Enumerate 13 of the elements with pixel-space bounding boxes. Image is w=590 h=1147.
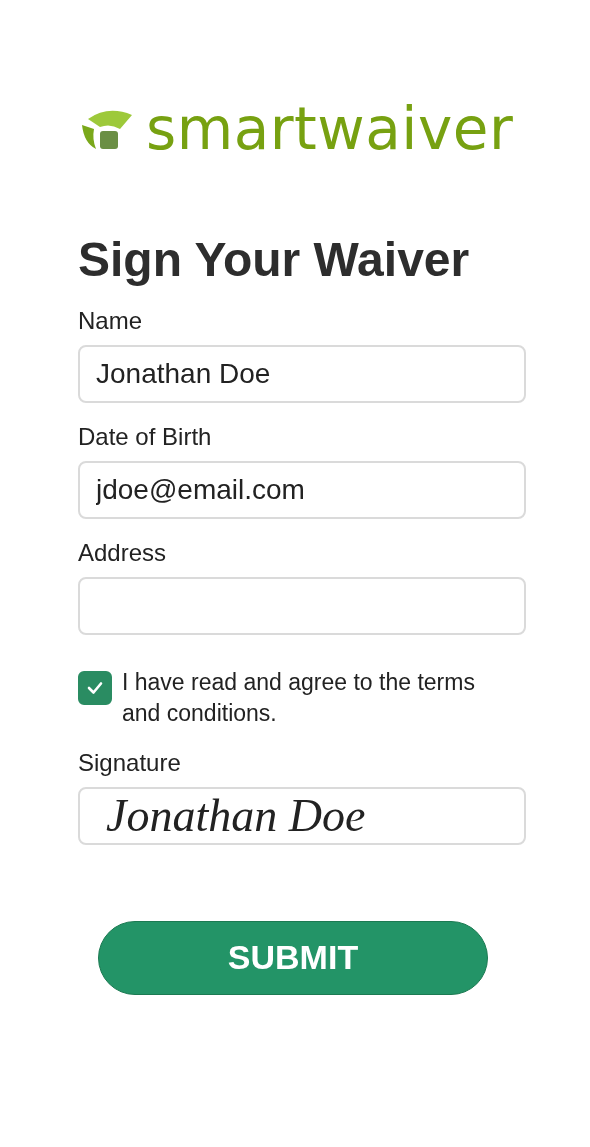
input-field[interactable]	[78, 576, 526, 635]
field-label: Date of Birth	[78, 422, 213, 451]
logo-text: smartwaiver	[146, 100, 514, 158]
agreement-text: I have read and agree to the terms and conditions.	[122, 667, 476, 728]
field-label: Address	[78, 538, 168, 567]
submit-button[interactable]: SUBMIT	[98, 920, 488, 995]
field-label: Signature	[78, 748, 182, 777]
input-field[interactable]: jdoe@email.com	[78, 460, 526, 519]
page-title: Sign Your Waiver	[78, 234, 471, 287]
signature-field[interactable]: Jonathan Doe	[78, 786, 526, 845]
field-label: Name	[78, 306, 144, 335]
input-field[interactable]: Jonathan Doe	[78, 344, 526, 403]
checkbox[interactable]	[78, 670, 112, 705]
